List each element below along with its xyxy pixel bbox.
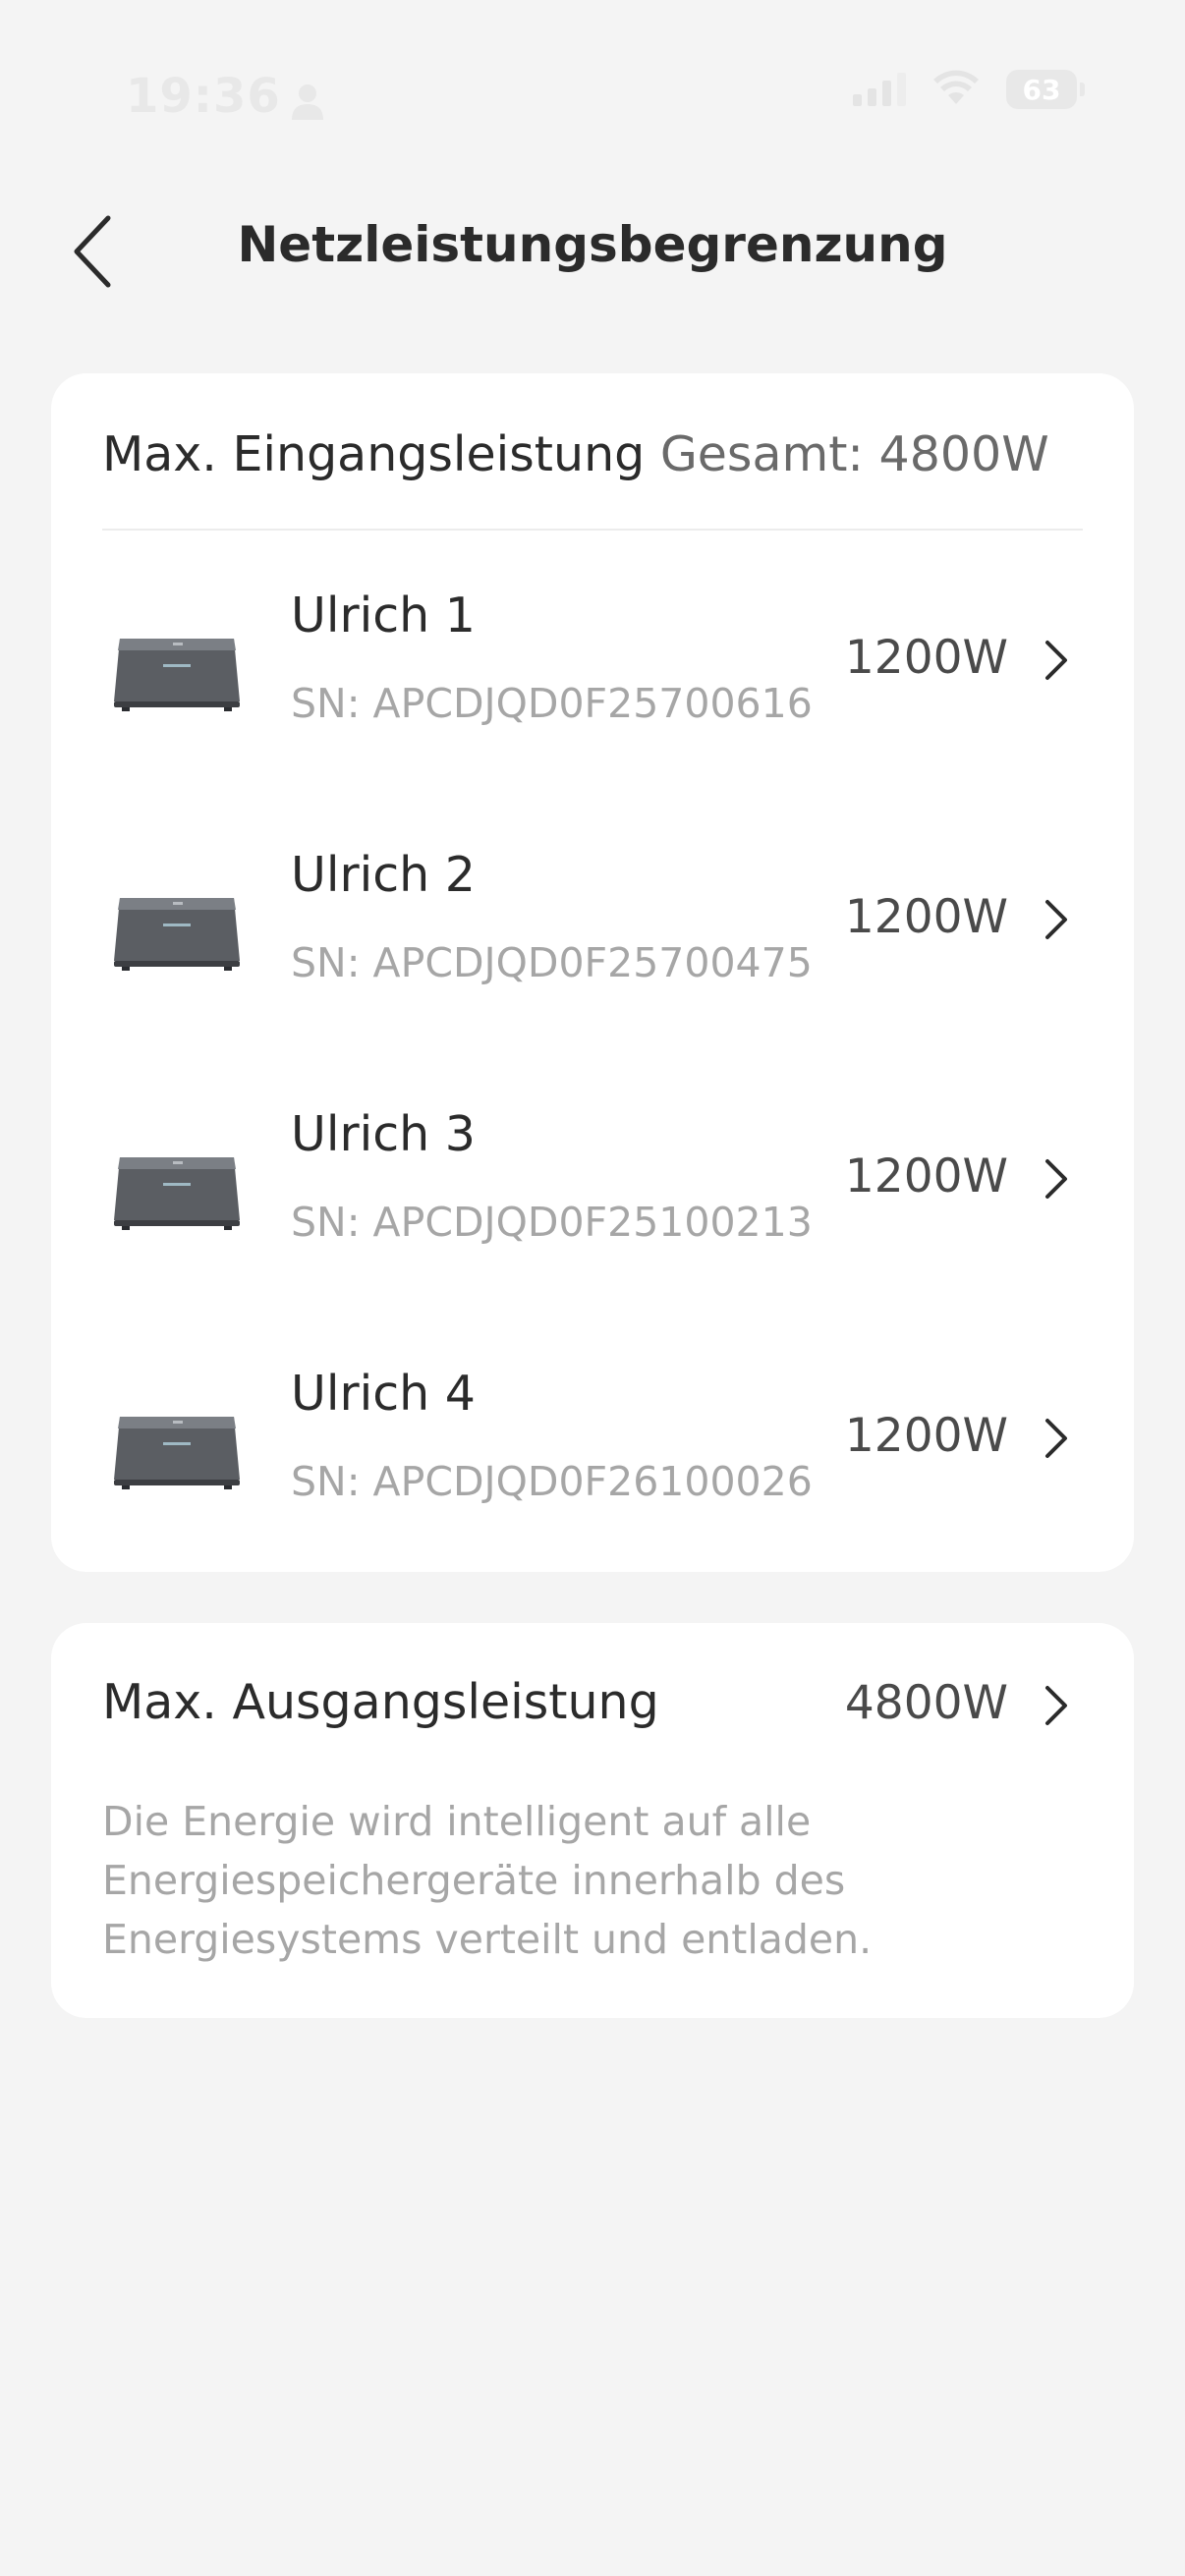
device-name: Ulrich 4	[291, 1366, 476, 1422]
battery-device-image	[114, 1157, 240, 1230]
battery-device-image	[114, 639, 240, 711]
output-power-row[interactable]: Max. Ausgangsleistung 4800W	[51, 1623, 1134, 1780]
battery-device-image	[114, 898, 240, 971]
status-time-group: 19:36	[126, 69, 324, 124]
device-power-limit: 1200W	[844, 1409, 1008, 1463]
device-serial-number: SN: APCDJQD0F26100026	[291, 1458, 813, 1505]
battery-level: 63	[1022, 73, 1061, 106]
chevron-right-icon	[1045, 1419, 1067, 1458]
battery-device-image	[114, 1417, 240, 1489]
input-power-total: Gesamt: 4800W	[659, 426, 1049, 482]
device-row[interactable]: Ulrich 1 SN: APCDJQD0F25700616 1200W	[51, 532, 1134, 792]
device-row[interactable]: Ulrich 4 SN: APCDJQD0F26100026 1200W	[51, 1311, 1134, 1570]
input-power-header: Max. Eingangsleistung Gesamt: 4800W	[102, 426, 1083, 482]
status-bar: 19:36 63	[0, 0, 1185, 196]
input-power-label: Max. Eingangsleistung	[102, 426, 646, 482]
device-power-limit: 1200W	[844, 890, 1008, 944]
chevron-right-icon	[1045, 900, 1067, 939]
output-power-label: Max. Ausgangsleistung	[102, 1674, 659, 1730]
output-power-value: 4800W	[844, 1676, 1008, 1730]
chevron-right-icon	[1045, 1686, 1067, 1725]
output-power-card: Max. Ausgangsleistung 4800W Die Energie …	[51, 1623, 1134, 2018]
person-icon	[291, 78, 324, 120]
output-power-description: Die Energie wird intelligent auf alle En…	[102, 1798, 873, 1963]
divider	[102, 529, 1083, 531]
device-name: Ulrich 2	[291, 847, 476, 903]
input-power-card: Max. Eingangsleistung Gesamt: 4800W Ulri…	[51, 373, 1134, 1572]
page-title: Netzleistungsbegrenzung	[237, 216, 948, 273]
header: Netzleistungsbegrenzung	[0, 196, 1185, 305]
status-indicators: 63	[853, 69, 1085, 110]
battery-icon: 63	[1006, 70, 1085, 109]
device-serial-number: SN: APCDJQD0F25100213	[291, 1199, 813, 1246]
device-name: Ulrich 3	[291, 1106, 476, 1162]
device-row[interactable]: Ulrich 2 SN: APCDJQD0F25700475 1200W	[51, 792, 1134, 1051]
device-power-limit: 1200W	[844, 1149, 1008, 1204]
wifi-icon	[931, 69, 981, 110]
device-serial-number: SN: APCDJQD0F25700616	[291, 680, 813, 727]
device-power-limit: 1200W	[844, 631, 1008, 685]
device-serial-number: SN: APCDJQD0F25700475	[291, 939, 813, 986]
device-name: Ulrich 1	[291, 588, 476, 644]
device-row[interactable]: Ulrich 3 SN: APCDJQD0F25100213 1200W	[51, 1051, 1134, 1311]
chevron-right-icon	[1045, 641, 1067, 680]
chevron-right-icon	[1045, 1159, 1067, 1199]
cellular-signal-icon	[853, 73, 906, 106]
status-time: 19:36	[126, 69, 281, 124]
